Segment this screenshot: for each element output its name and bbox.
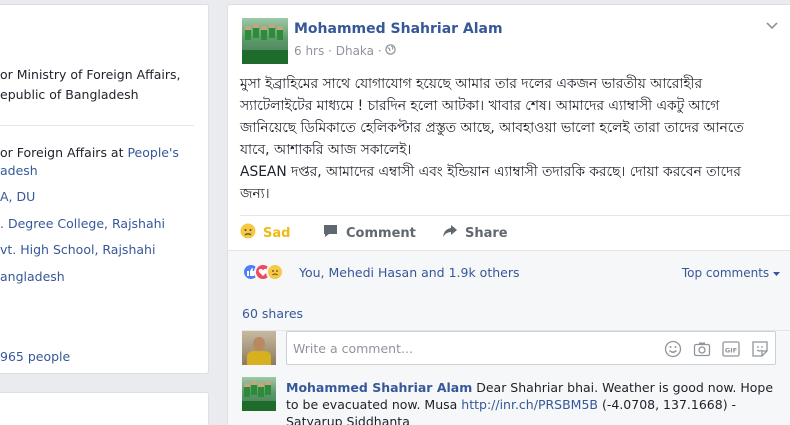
post-body-line: স্যাটেলাইটের মাধ্যমে ! চারদিন হলো আটকা। … <box>240 98 720 114</box>
reaction-friend-link[interactable]: Mehedi Hasan <box>329 265 418 280</box>
reaction-icons[interactable] <box>242 263 298 281</box>
post-body-line: জন্য। <box>240 186 270 202</box>
post-time[interactable]: 6 hrs <box>294 44 324 58</box>
intro-link-bangladesh[interactable]: adesh <box>0 163 38 178</box>
post-body-line: ASEAN দপ্তর, আমাদের এম্বাসী এবং ইন্ডিয়া… <box>240 164 741 180</box>
left-card-secondary <box>0 392 209 425</box>
shares-count[interactable]: 60 shares <box>242 306 303 321</box>
share-icon <box>442 223 458 243</box>
post-body-line: জানিয়েছে ডিমিকাতে হেলিকপ্টার প্রস্তুত আ… <box>240 120 744 136</box>
post-card: Mohammed Shahriar Alam 6 hrs · Dhaka · ম… <box>227 4 790 425</box>
comment-placeholder: Write a comment... <box>293 341 413 356</box>
chevron-down-icon[interactable] <box>766 19 778 33</box>
sticker-icon[interactable] <box>751 340 769 358</box>
reactions-bar: You, Mehedi Hasan and 1.9k others Top co… <box>228 250 790 290</box>
intro-divider <box>0 125 194 126</box>
reactions-summary[interactable]: You, Mehedi Hasan and 1.9k others <box>299 265 520 280</box>
comment-icon <box>322 223 339 243</box>
intro-education-college: . Degree College, Rajshahi <box>0 216 165 231</box>
intro-position: or Foreign Affairs at People's <box>0 145 179 160</box>
camera-icon[interactable] <box>693 340 711 358</box>
intro-card: or Ministry of Foreign Affairs, epublic … <box>0 4 209 374</box>
gif-icon[interactable]: GIF <box>722 340 740 358</box>
comment-input[interactable]: Write a comment... GIF <box>286 331 776 365</box>
intro-work-line-2: epublic of Bangladesh <box>0 87 139 102</box>
comment-author[interactable]: Mohammed Shahriar Alam <box>286 380 472 395</box>
post-location[interactable]: Dhaka <box>336 44 374 58</box>
intro-followers: 965 people <box>0 349 70 364</box>
intro-link-school[interactable]: vt. High School, Rajshahi <box>0 242 155 257</box>
intro-link-location[interactable]: angladesh <box>0 269 65 284</box>
intro-link-college[interactable]: . Degree College, Rajshahi <box>0 216 165 231</box>
post-body-line: মুসা ইব্রাহিমের সাথে যোগাযোগ হয়েছে আমার… <box>240 76 703 92</box>
intro-education-school: vt. High School, Rajshahi <box>0 242 155 257</box>
comment-item: Mohammed Shahriar Alam Dear Shahriar bha… <box>286 379 786 425</box>
comment-button[interactable]: Comment <box>322 216 416 250</box>
caret-down-icon <box>773 266 780 280</box>
commenter-avatar[interactable] <box>242 377 276 411</box>
intro-link-du[interactable]: A, DU <box>0 189 35 204</box>
sad-reaction-icon <box>240 223 256 243</box>
globe-icon <box>385 44 397 58</box>
top-comments-dropdown[interactable]: Top comments <box>682 266 780 280</box>
intro-link-peoples[interactable]: People's <box>127 145 178 160</box>
intro-location: angladesh <box>0 269 65 284</box>
intro-position-2: adesh <box>0 163 38 178</box>
author-avatar[interactable] <box>242 18 288 64</box>
comment-tools: GIF <box>664 340 769 358</box>
intro-link-followers[interactable]: 965 people <box>0 349 70 364</box>
post-author-name[interactable]: Mohammed Shahriar Alam <box>294 21 503 37</box>
sad-reaction-button[interactable]: Sad <box>240 216 290 250</box>
current-user-avatar <box>242 331 276 365</box>
svg-text:GIF: GIF <box>725 347 737 355</box>
post-body-line: যাবে, আশাকরি আজ সকালেই। <box>240 142 412 158</box>
share-button[interactable]: Share <box>442 216 508 250</box>
post-body: মুসা ইব্রাহিমের সাথে যোগাযোগ হয়েছে আমার… <box>240 73 780 205</box>
comment-link[interactable]: http://inr.ch/PRSBM5B <box>461 397 598 412</box>
post-actions-bar: Sad Comment Share <box>240 215 790 249</box>
emoji-icon[interactable] <box>664 340 682 358</box>
sad-reaction-icon <box>266 263 284 281</box>
post-meta: 6 hrs · Dhaka · <box>294 44 397 58</box>
intro-work-line: or Ministry of Foreign Affairs, <box>0 67 181 82</box>
intro-education-du: A, DU <box>0 189 35 204</box>
